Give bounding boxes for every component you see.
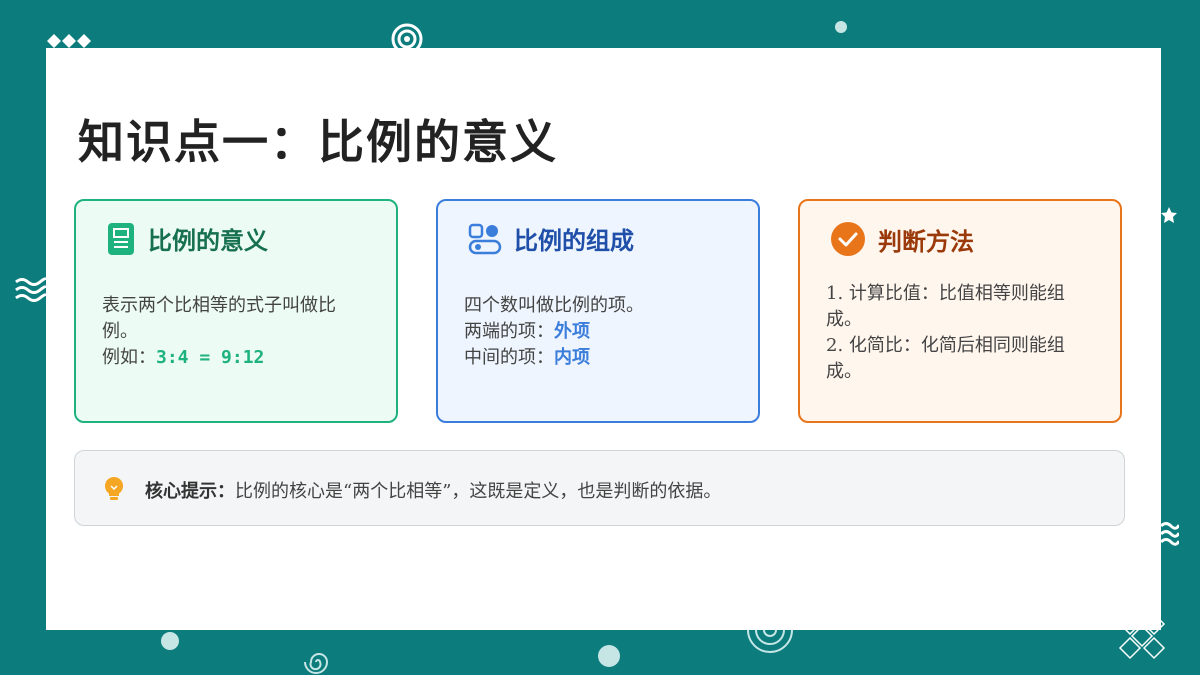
diamonds-decoration — [47, 34, 91, 48]
dot-decoration — [598, 645, 620, 667]
method-step-1: 1. 计算比值：比值相等则能组成。 — [826, 283, 1065, 330]
inner-terms-line: 中间的项：内项 — [464, 345, 732, 371]
method-step-2: 2. 化简比：化简后相同则能组成。 — [826, 335, 1065, 382]
toggle-icon — [468, 223, 502, 254]
page-title: 知识点一：比例的意义 — [78, 115, 558, 169]
terms-text: 四个数叫做比例的项。 — [464, 295, 644, 316]
concentric-arcs-decoration — [747, 630, 793, 653]
waves-decoration — [15, 277, 48, 302]
example-label: 例如： — [102, 347, 156, 368]
inner-terms-value: 内项 — [554, 347, 590, 368]
card-title: 比例的意义 — [148, 226, 268, 255]
concentric-circles-decoration — [391, 23, 423, 50]
card-method: 判断方法 1. 计算比值：比值相等则能组成。 2. 化简比：化简后相同则能组成。 — [798, 199, 1122, 423]
outer-terms-label: 两端的项： — [464, 321, 554, 342]
check-circle-icon — [831, 222, 865, 256]
document-icon — [108, 222, 134, 255]
dot-decoration — [161, 632, 179, 650]
card-title: 判断方法 — [878, 226, 974, 256]
waves-right-decoration — [1161, 522, 1179, 546]
core-tip-bar: 核心提示：比例的核心是“两个比相等”，这既是定义，也是判断的依据。 — [74, 450, 1125, 526]
outer-terms-line: 两端的项：外项 — [464, 319, 732, 345]
example-line: 例如：3:4 = 9:12 — [102, 345, 370, 371]
example-value: 3:4 = 9:12 — [156, 347, 265, 368]
card-composition: 比例的组成 四个数叫做比例的项。 两端的项：外项 中间的项：内项 — [436, 199, 760, 423]
tip-content: 比例的核心是“两个比相等”，这既是定义，也是判断的依据。 — [235, 481, 722, 502]
card-meaning: 比例的意义 表示两个比相等的式子叫做比例。 例如：3:4 = 9:12 — [74, 199, 398, 423]
inner-terms-label: 中间的项： — [464, 347, 554, 368]
definition-text: 表示两个比相等的式子叫做比例。 — [102, 295, 336, 342]
card-body: 表示两个比相等的式子叫做比例。 例如：3:4 = 9:12 — [102, 293, 370, 371]
card-header: 判断方法 — [830, 221, 974, 257]
lightbulb-icon — [104, 476, 124, 500]
star-decoration — [1161, 207, 1177, 223]
card-title: 比例的组成 — [514, 226, 634, 255]
spiral-decoration — [304, 653, 329, 674]
card-header: 比例的意义 — [106, 221, 268, 256]
card-body: 四个数叫做比例的项。 两端的项：外项 中间的项：内项 — [464, 293, 732, 371]
outer-terms-value: 外项 — [554, 321, 590, 342]
card-header: 比例的组成 — [468, 221, 634, 256]
slide-panel: 知识点一：比例的意义 比例的意义 表示两个比相等的式子叫做比例。 例如：3:4 … — [46, 48, 1161, 630]
tip-text: 核心提示：比例的核心是“两个比相等”，这既是定义，也是判断的依据。 — [145, 477, 721, 503]
dot-decoration — [835, 21, 847, 33]
card-body: 1. 计算比值：比值相等则能组成。 2. 化简比：化简后相同则能组成。 — [826, 281, 1094, 385]
tip-label: 核心提示： — [145, 481, 235, 502]
